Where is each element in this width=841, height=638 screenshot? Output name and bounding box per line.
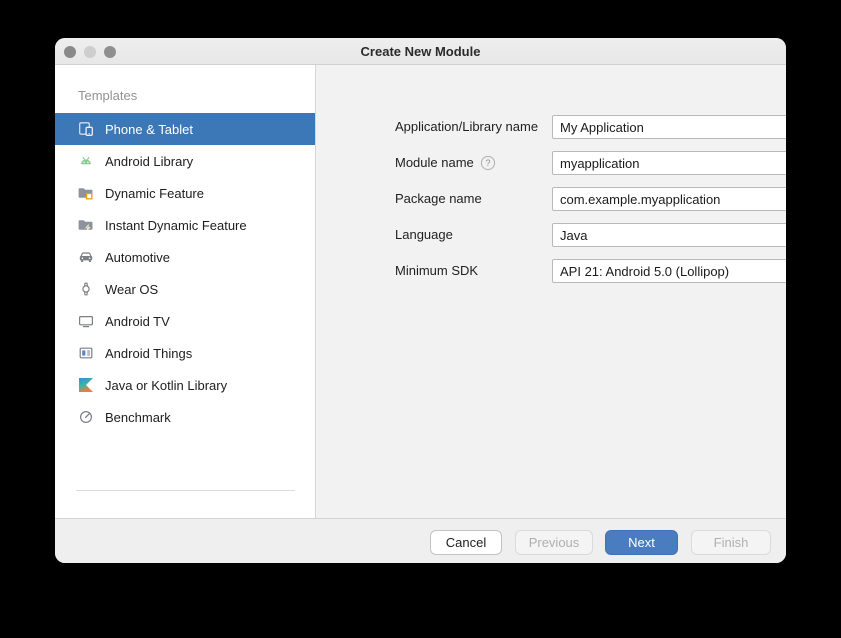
cancel-button[interactable]: Cancel bbox=[430, 530, 502, 555]
watch-icon bbox=[78, 281, 94, 297]
sidebar-item-label: Automotive bbox=[105, 249, 171, 265]
sidebar-item-android-library[interactable]: Android Library bbox=[55, 145, 315, 177]
finish-button: Finish bbox=[691, 530, 771, 555]
select-value: Java bbox=[560, 227, 588, 243]
sidebar-item-instant-dynamic-feature[interactable]: Instant Dynamic Feature bbox=[55, 209, 315, 241]
titlebar: Create New Module bbox=[55, 38, 786, 65]
sidebar-item-label: Android Library bbox=[105, 153, 194, 169]
sidebar-item-android-tv[interactable]: Android TV bbox=[55, 305, 315, 337]
help-icon[interactable]: ? bbox=[480, 155, 496, 171]
field-label: Module name? bbox=[395, 151, 496, 175]
field-label: Minimum SDK bbox=[395, 259, 478, 283]
module-form: Application/Library name Module name? Pack… bbox=[317, 65, 786, 518]
sidebar-item-label: Java or Kotlin Library bbox=[105, 377, 228, 393]
svg-text:?: ? bbox=[485, 158, 490, 168]
sidebar-divider bbox=[76, 490, 295, 491]
application-library-name-input[interactable] bbox=[552, 115, 786, 139]
sidebar-item-dynamic-feature[interactable]: Dynamic Feature bbox=[55, 177, 315, 209]
form-row-minimum-sdk: Minimum SDK API 21: Android 5.0 (Lollipop… bbox=[317, 259, 786, 283]
field-label-text: Minimum SDK bbox=[395, 263, 479, 278]
sidebar-item-label: Wear OS bbox=[105, 281, 159, 297]
sidebar-item-wear-os[interactable]: Wear OS bbox=[55, 273, 315, 305]
sidebar-item-label: Android Things bbox=[105, 345, 193, 361]
window-title: Create New Module bbox=[360, 44, 481, 59]
templates-sidebar: Templates Phone & Tablet Android Library D… bbox=[55, 65, 316, 535]
minimum-sdk-select[interactable]: API 21: Android 5.0 (Lollipop) bbox=[552, 259, 786, 283]
module-name-input[interactable] bbox=[552, 151, 786, 175]
instant-dynamic-feature-folder-icon bbox=[78, 217, 94, 233]
kotlin-icon bbox=[78, 377, 94, 393]
sidebar-item-label: Android TV bbox=[105, 313, 170, 329]
field-label-text: Language bbox=[395, 227, 453, 242]
next-button[interactable]: Next bbox=[605, 530, 678, 555]
field-label: Package name bbox=[395, 187, 482, 211]
dynamic-feature-folder-icon bbox=[78, 185, 94, 201]
sidebar-item-phone-tablet[interactable]: Phone & Tablet bbox=[55, 113, 315, 145]
tv-icon bbox=[78, 313, 94, 329]
chip-icon bbox=[78, 345, 94, 361]
benchmark-icon bbox=[78, 409, 94, 425]
package-name-input[interactable] bbox=[552, 187, 786, 211]
field-label: Application/Library name bbox=[395, 115, 538, 139]
sidebar-item-benchmark[interactable]: Benchmark bbox=[55, 401, 315, 433]
sidebar-item-java-or-kotlin-library[interactable]: Java or Kotlin Library bbox=[55, 369, 315, 401]
car-icon bbox=[78, 249, 94, 265]
template-list: Phone & Tablet Android Library Dynamic Fea… bbox=[55, 113, 315, 433]
android-icon bbox=[78, 153, 94, 169]
sidebar-item-label: Dynamic Feature bbox=[105, 185, 204, 201]
footer-bar: Cancel Previous Next Finish bbox=[55, 518, 786, 563]
field-label-text: Application/Library name bbox=[395, 119, 539, 134]
field-label: Language bbox=[395, 223, 453, 247]
select-value: API 21: Android 5.0 (Lollipop) bbox=[560, 263, 730, 279]
field-label-text: Package name bbox=[395, 191, 482, 206]
sidebar-item-label: Phone & Tablet bbox=[105, 121, 193, 137]
sidebar-item-android-things[interactable]: Android Things bbox=[55, 337, 315, 369]
sidebar-item-label: Benchmark bbox=[105, 409, 171, 425]
sidebar-item-automotive[interactable]: Automotive bbox=[55, 241, 315, 273]
previous-button: Previous bbox=[515, 530, 593, 555]
create-new-module-dialog: Create New Module Templates Phone & Tabl… bbox=[55, 38, 786, 563]
form-row-module-name: Module name? bbox=[317, 151, 786, 175]
sidebar-item-label: Instant Dynamic Feature bbox=[105, 217, 247, 233]
language-select[interactable]: Java bbox=[552, 223, 786, 247]
form-row-application-library-name: Application/Library name bbox=[317, 115, 786, 139]
form-row-language: Language Java bbox=[317, 223, 786, 247]
phone-tablet-icon bbox=[78, 121, 94, 137]
field-label-text: Module name bbox=[395, 155, 474, 170]
templates-header: Templates bbox=[78, 88, 138, 103]
form-row-package-name: Package name bbox=[317, 187, 786, 211]
